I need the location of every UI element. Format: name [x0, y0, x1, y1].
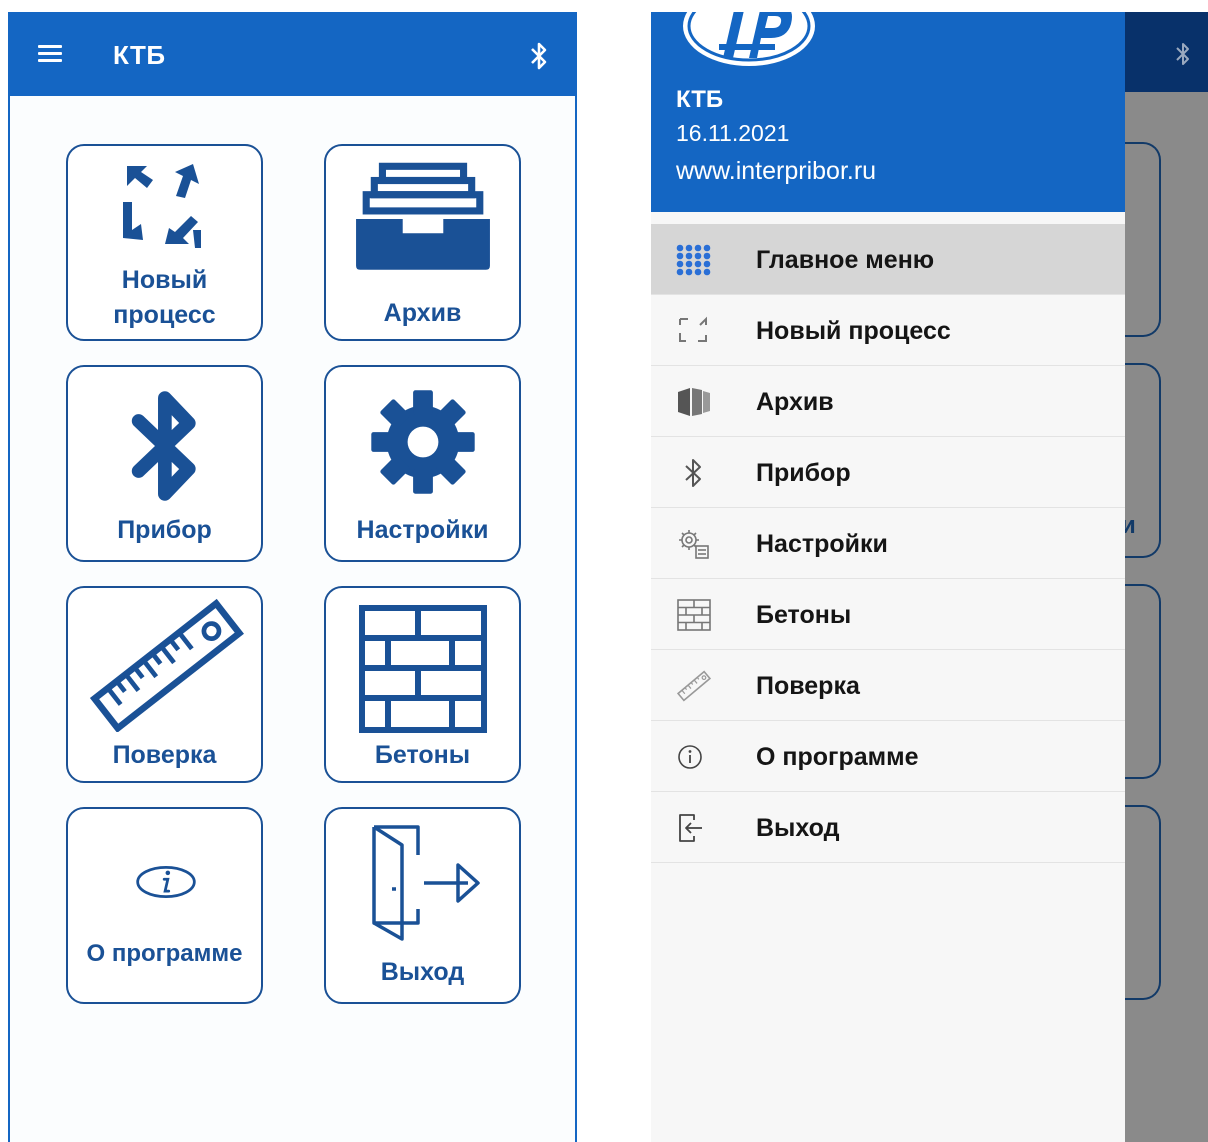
- new-process-icon: [679, 316, 707, 342]
- tile-label: Настройки: [356, 516, 489, 544]
- info-icon: [136, 866, 196, 898]
- tile-label: процесс: [113, 301, 216, 329]
- drawer-website[interactable]: www.interpribor.ru: [676, 157, 876, 186]
- ruler-icon: [89, 598, 244, 732]
- menu-item-label: Бетоны: [756, 601, 852, 629]
- dimmed-tile: [1121, 142, 1161, 337]
- tile-label: Прибор: [117, 516, 212, 544]
- ruler-icon: [676, 670, 712, 702]
- bluetooth-icon: [685, 459, 701, 487]
- tile-label: Архив: [383, 299, 462, 327]
- menu-item-device[interactable]: Прибор: [651, 437, 1125, 508]
- app-bar: КТБ: [10, 14, 575, 96]
- drawer-header: КТБ 16.11.2021 www.interpribor.ru: [651, 12, 1125, 212]
- menu-item-label: Новый процесс: [756, 317, 951, 345]
- new-process-icon: [123, 164, 201, 248]
- menu-item-main-menu[interactable]: Главное меню: [651, 224, 1125, 295]
- brick-wall-icon: [359, 605, 487, 733]
- tile-concretes[interactable]: Бетоны: [324, 586, 521, 783]
- app-title: КТБ: [113, 40, 166, 70]
- menu-item-label: Выход: [756, 814, 840, 842]
- menu-item-verification[interactable]: Поверка: [651, 650, 1125, 721]
- grid-icon: [676, 244, 711, 276]
- tile-device[interactable]: Прибор: [66, 365, 263, 562]
- menu-icon[interactable]: [38, 45, 62, 63]
- dimmed-tile: [1121, 584, 1161, 779]
- menu-item-label: Прибор: [756, 459, 851, 487]
- drawer-screen: и КТБ 16.11.2021 www.interpribor.ru Глав…: [651, 12, 1208, 1142]
- settings-icon: [371, 390, 475, 494]
- tile-label: О программе: [86, 940, 243, 967]
- menu-item-exit[interactable]: Выход: [651, 792, 1125, 863]
- tile-new-process[interactable]: Новый процесс: [66, 144, 263, 341]
- exit-icon: [372, 825, 480, 941]
- bluetooth-icon: [131, 391, 196, 501]
- menu-item-label: Архив: [756, 388, 834, 416]
- menu-item-label: Поверка: [756, 672, 860, 700]
- bluetooth-icon: [1176, 43, 1189, 65]
- tile-label: Новый: [121, 266, 208, 294]
- tile-settings[interactable]: Настройки: [324, 365, 521, 562]
- menu-item-about[interactable]: О программе: [651, 721, 1125, 792]
- tile-label: Выход: [380, 958, 465, 986]
- menu-item-new-process[interactable]: Новый процесс: [651, 295, 1125, 366]
- navigation-drawer: КТБ 16.11.2021 www.interpribor.ru Главно…: [651, 12, 1125, 1142]
- archive-icon: [356, 162, 490, 270]
- menu-item-label: О программе: [756, 743, 919, 771]
- menu-item-archive[interactable]: Архив: [651, 366, 1125, 437]
- menu-item-settings[interactable]: Настройки: [651, 508, 1125, 579]
- tile-archive[interactable]: Архив: [324, 144, 521, 341]
- drawer-date: 16.11.2021: [676, 120, 790, 146]
- brick-wall-icon: [677, 599, 711, 631]
- drawer-menu: Главное меню Новый процесс Архив Прибор …: [651, 224, 1125, 863]
- exit-icon: [679, 814, 702, 842]
- logo-icon: [683, 12, 815, 66]
- info-icon: [678, 745, 702, 769]
- tile-about[interactable]: О программе: [66, 807, 263, 1004]
- main-screen: КТБ Новый процесс Архив Прибор Настройки…: [8, 12, 577, 1142]
- menu-item-concretes[interactable]: Бетоны: [651, 579, 1125, 650]
- tile-label: Бетоны: [374, 741, 471, 769]
- tile-label: Поверка: [112, 741, 217, 769]
- tile-exit[interactable]: Выход: [324, 807, 521, 1004]
- archive-icon: [678, 388, 710, 416]
- bluetooth-icon[interactable]: [529, 40, 549, 72]
- settings-icon: [679, 530, 709, 559]
- menu-item-label: Главное меню: [756, 246, 935, 274]
- menu-item-label: Настройки: [756, 530, 888, 558]
- dimmed-tile: [1121, 805, 1161, 1000]
- drawer-app-name: КТБ: [676, 86, 724, 113]
- tile-verification[interactable]: Поверка: [66, 586, 263, 783]
